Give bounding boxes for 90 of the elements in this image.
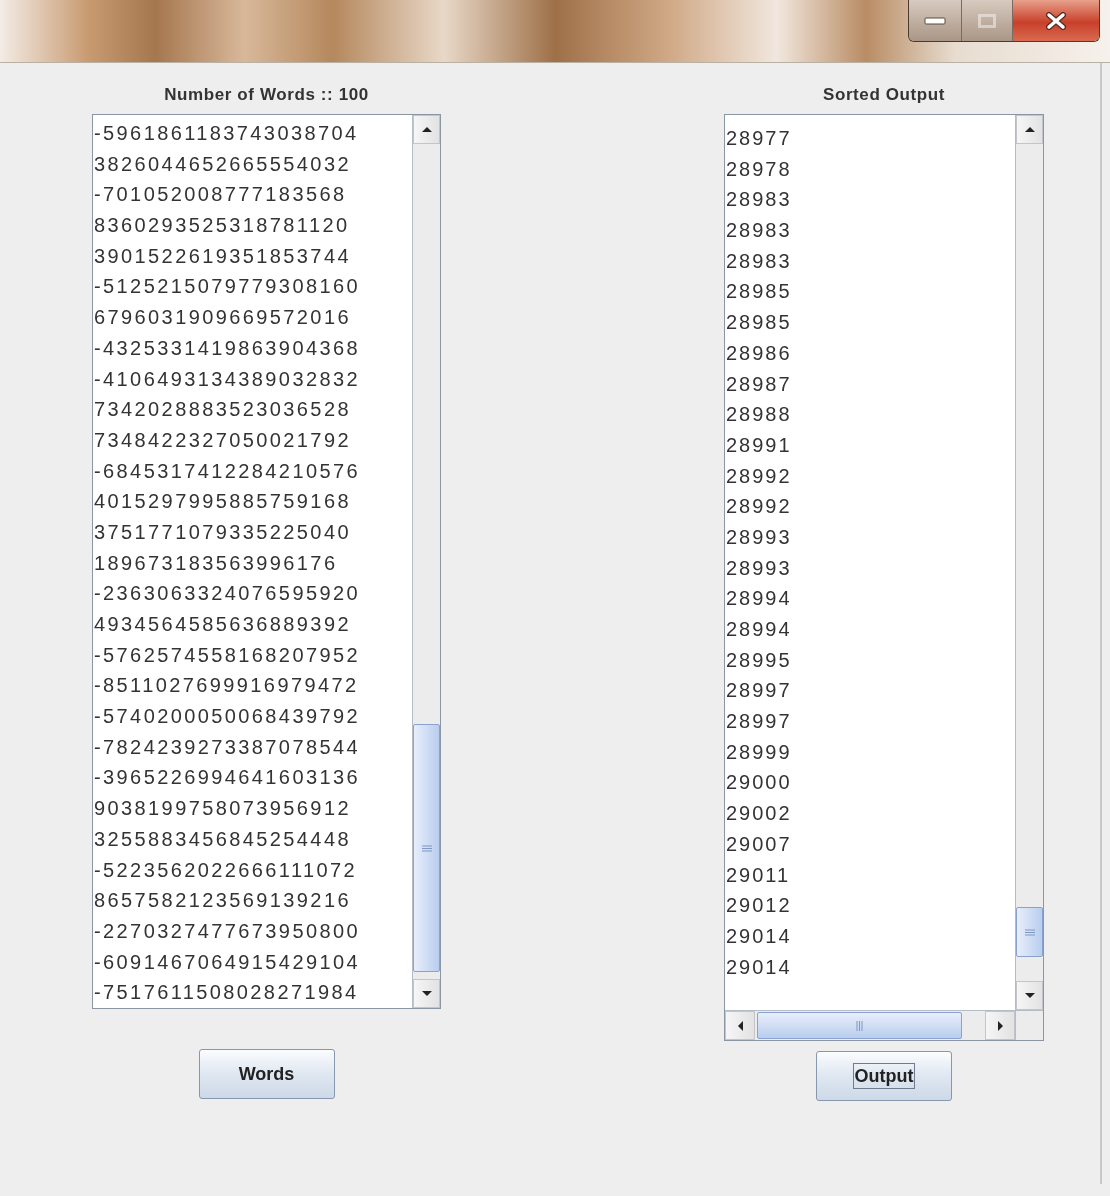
list-item[interactable]: -6845317412284210576 <box>94 455 360 487</box>
list-item[interactable]: -5125215079779308160 <box>94 271 360 303</box>
list-item[interactable]: -5762574558168207952 <box>94 639 360 671</box>
list-item[interactable]: -5961861183743038704 <box>94 118 359 149</box>
list-item[interactable]: 29002 <box>726 798 792 829</box>
list-item[interactable]: 28993 <box>726 521 792 553</box>
list-item[interactable]: 3751771079335225040 <box>94 516 351 548</box>
list-box[interactable] <box>92 114 441 1009</box>
list-item[interactable]: 3901522619351853744 <box>94 240 351 272</box>
list-item[interactable]: 8360293525318781120 <box>94 210 350 241</box>
arrow-down-icon <box>421 991 432 996</box>
maximize-icon <box>978 13 996 28</box>
list-item[interactable]: 28983 <box>726 245 792 277</box>
list-item[interactable]: 28993 <box>726 552 792 584</box>
list-item[interactable]: -2270327477673950800 <box>94 915 360 947</box>
arrow-left-icon <box>737 1020 743 1031</box>
list-item[interactable]: -2363063324076595920 <box>94 578 360 609</box>
arrow-down-icon <box>1024 993 1035 998</box>
list-item[interactable]: 29007 <box>726 828 792 860</box>
list-item[interactable]: 28994 <box>726 614 792 645</box>
scroll-corner <box>1015 1010 1043 1040</box>
list-item[interactable]: 28986 <box>726 337 792 369</box>
list-item[interactable]: -8511027699916979472 <box>94 670 359 702</box>
list-item[interactable]: 28991 <box>726 429 792 461</box>
list-item[interactable]: -701052008777183568 <box>94 179 347 211</box>
list-item[interactable]: 9038199758073956912 <box>94 793 351 824</box>
list-item[interactable]: 189673183563996176 <box>94 547 338 579</box>
grip-icon <box>856 1019 863 1032</box>
list-item[interactable]: 28977 <box>726 123 792 154</box>
list-item[interactable]: 28983 <box>726 184 792 216</box>
list-box[interactable]: 28977 28978 28983 28983 28983 28985 28985 28986 28987 28988 28991 28992 28992 28993 28993 28994 28994 28995 28997 28997 28999 29000 29002 29007 29011 29012 29014 29014 <box>724 114 1044 1041</box>
list-item[interactable]: 4015297995885759168 <box>94 486 351 517</box>
list-item[interactable]: 29011 <box>726 859 791 891</box>
list-item[interactable]: 28983 <box>726 215 792 246</box>
list-item[interactable]: 28985 <box>726 307 792 338</box>
focused-button[interactable]: Output <box>816 1051 952 1101</box>
list-item[interactable]: 28995 <box>726 644 792 676</box>
list-item[interactable]: -7517611508028271984 <box>94 977 359 1008</box>
list-item[interactable]: 29012 <box>726 890 792 921</box>
list-item[interactable]: 28987 <box>726 368 792 400</box>
list-item[interactable]: 28997 <box>726 675 792 707</box>
grip-icon <box>420 844 433 852</box>
arrow-up-icon <box>1024 127 1035 132</box>
list-heading: Sorted Output <box>822 84 946 106</box>
list-item[interactable]: 7342028883523036528 <box>94 394 351 425</box>
list-heading: Number of Words :: 100 <box>164 84 369 106</box>
vertical-scrollbar[interactable] <box>412 115 440 1008</box>
scroll-down-button[interactable] <box>413 979 440 1008</box>
list-item[interactable]: 28992 <box>726 491 792 522</box>
list-item[interactable]: 28992 <box>726 460 792 492</box>
list-item[interactable]: -4325331419863904368 <box>94 332 360 364</box>
scroll-right-button[interactable] <box>985 1011 1015 1040</box>
list-item[interactable]: 28985 <box>726 276 792 308</box>
scroll-left-button[interactable] <box>725 1011 755 1040</box>
list-item[interactable]: -7824239273387078544 <box>94 731 360 763</box>
list-item[interactable]: 29014 <box>726 920 792 952</box>
minimize-icon <box>924 16 946 25</box>
list-item[interactable]: 3826044652665554032 <box>94 148 351 180</box>
list-item[interactable]: 28997 <box>726 706 792 737</box>
list-item[interactable]: 28978 <box>726 153 792 185</box>
scroll-up-button[interactable] <box>413 115 440 144</box>
list-item[interactable]: 6796031909669572016 <box>94 302 351 333</box>
scroll-thumb[interactable] <box>757 1012 962 1039</box>
arrow-up-icon <box>421 127 432 132</box>
list-item[interactable]: 3255883456845254448 <box>94 823 351 855</box>
scroll-down-button[interactable] <box>1016 981 1043 1010</box>
list-item[interactable]: 8657582123569139216 <box>94 885 351 916</box>
list-item[interactable]: 29014 <box>726 951 792 983</box>
list-item[interactable]: -3965226994641603136 <box>94 762 360 794</box>
arrow-right-icon <box>997 1020 1003 1031</box>
horizontal-scrollbar[interactable] <box>725 1010 1015 1040</box>
list-item[interactable]: -5223562022666111072 <box>94 854 358 886</box>
close-icon <box>1046 11 1066 30</box>
scroll-up-button[interactable] <box>1016 115 1043 144</box>
list-item[interactable]: 29000 <box>726 767 792 799</box>
scroll-thumb[interactable] <box>413 724 440 972</box>
grip-icon <box>1023 928 1036 936</box>
list-item[interactable]: 28999 <box>726 736 792 768</box>
list-item[interactable]: 4934564585636889392 <box>94 609 351 640</box>
close-button[interactable] <box>1012 0 1099 41</box>
list-item[interactable]: -4106493134389032832 <box>94 363 360 395</box>
action-button[interactable]: Words <box>198 1049 335 1099</box>
list-item[interactable]: 28988 <box>726 399 792 430</box>
list-item[interactable]: -5740200050068439792 <box>94 701 360 732</box>
list-item[interactable]: 7348422327050021792 <box>94 424 351 456</box>
list-item[interactable]: -6091467064915429104 <box>94 946 360 978</box>
vertical-scrollbar[interactable] <box>1015 115 1043 1010</box>
scroll-thumb[interactable] <box>1016 907 1043 957</box>
list-item[interactable]: 28994 <box>726 583 792 614</box>
minimize-button[interactable] <box>909 0 961 41</box>
